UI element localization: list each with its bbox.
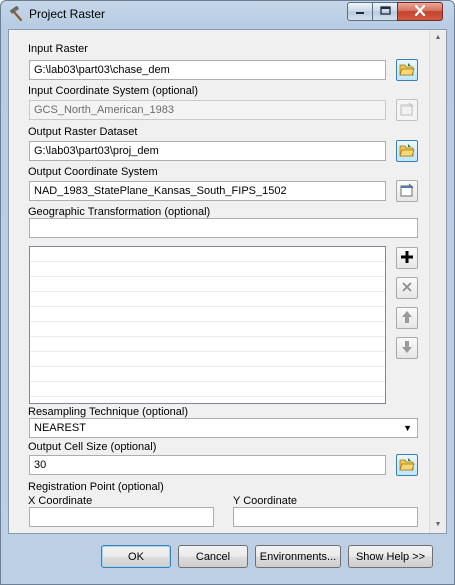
resampling-technique-value: NEAREST: [34, 422, 86, 434]
plus-icon: [400, 250, 414, 267]
remove-transformation-button[interactable]: [396, 277, 418, 299]
list-row-divider: [30, 336, 385, 337]
window-title: Project Raster: [29, 7, 106, 21]
maximize-button[interactable]: [372, 2, 398, 21]
input-raster-field[interactable]: G:\lab03\part03\chase_dem: [29, 60, 386, 80]
geographic-transformation-field[interactable]: [29, 218, 418, 238]
list-row-divider: [30, 366, 385, 367]
geographic-transformation-label: Geographic Transformation (optional): [28, 206, 211, 218]
transformation-list[interactable]: [29, 246, 386, 404]
list-row-divider: [30, 306, 385, 307]
scroll-up-icon[interactable]: ▲: [433, 32, 443, 44]
show-help-button[interactable]: Show Help >>: [348, 545, 433, 568]
output-raster-browse-button[interactable]: [396, 140, 418, 162]
x-coordinate-field[interactable]: [29, 507, 214, 527]
project-raster-window: Project Raster Input Raster G:\lab03\par…: [0, 0, 455, 585]
input-coordinate-system-field: GCS_North_American_1983: [29, 100, 386, 120]
output-raster-label: Output Raster Dataset: [28, 126, 138, 138]
output-coordinate-system-label: Output Coordinate System: [28, 166, 158, 178]
list-row-divider: [30, 381, 385, 382]
tool-form-panel: Input Raster G:\lab03\part03\chase_dem I…: [8, 29, 447, 534]
resampling-technique-select[interactable]: NEAREST ▼: [29, 418, 418, 438]
dropdown-arrow-icon[interactable]: ▼: [403, 419, 412, 437]
title-bar[interactable]: Project Raster: [1, 1, 454, 27]
input-coordinate-system-properties-button: [396, 99, 418, 121]
open-folder-icon: [399, 143, 415, 160]
list-row-divider: [30, 261, 385, 262]
list-row-divider: [30, 351, 385, 352]
add-transformation-button[interactable]: [396, 247, 418, 269]
move-up-button[interactable]: [396, 307, 418, 329]
output-cell-size-field[interactable]: 30: [29, 455, 386, 475]
list-row-divider: [30, 276, 385, 277]
ok-button[interactable]: OK: [101, 545, 171, 568]
output-coordinate-system-properties-button[interactable]: [396, 180, 418, 202]
output-cell-size-browse-button[interactable]: [396, 454, 418, 476]
move-down-button[interactable]: [396, 337, 418, 359]
registration-point-label: Registration Point (optional): [28, 481, 164, 493]
y-coordinate-label: Y Coordinate: [233, 495, 298, 507]
output-raster-field[interactable]: G:\lab03\part03\proj_dem: [29, 141, 386, 161]
cancel-button[interactable]: Cancel: [178, 545, 248, 568]
scroll-down-icon[interactable]: ▼: [433, 519, 443, 531]
input-raster-label: Input Raster: [28, 43, 88, 55]
output-coordinate-system-field[interactable]: NAD_1983_StatePlane_Kansas_South_FIPS_15…: [29, 181, 386, 201]
open-folder-icon: [399, 457, 415, 474]
dialog-button-bar: OK Cancel Environments... Show Help >>: [8, 534, 447, 580]
minimize-button[interactable]: [347, 2, 373, 21]
hammer-tool-icon: [8, 5, 24, 22]
input-raster-browse-button[interactable]: [396, 59, 418, 81]
x-coordinate-label: X Coordinate: [28, 495, 93, 507]
maximize-icon: [379, 5, 391, 18]
properties-icon: [399, 183, 415, 200]
close-icon: [414, 4, 426, 19]
input-coordinate-system-label: Input Coordinate System (optional): [28, 85, 198, 97]
y-coordinate-field[interactable]: [233, 507, 418, 527]
vertical-scrollbar[interactable]: ▲ ▼: [429, 30, 446, 533]
delete-x-icon: [401, 281, 413, 296]
minimize-icon: [355, 6, 365, 18]
output-cell-size-label: Output Cell Size (optional): [28, 441, 157, 453]
environments-button[interactable]: Environments...: [255, 545, 341, 568]
list-row-divider: [30, 396, 385, 397]
list-row-divider: [30, 321, 385, 322]
list-row-divider: [30, 291, 385, 292]
arrow-down-icon: [401, 340, 413, 357]
resampling-technique-label: Resampling Technique (optional): [28, 406, 189, 418]
arrow-up-icon: [401, 310, 413, 327]
open-folder-icon: [399, 62, 415, 79]
close-button[interactable]: [397, 2, 443, 21]
properties-icon: [399, 102, 415, 119]
